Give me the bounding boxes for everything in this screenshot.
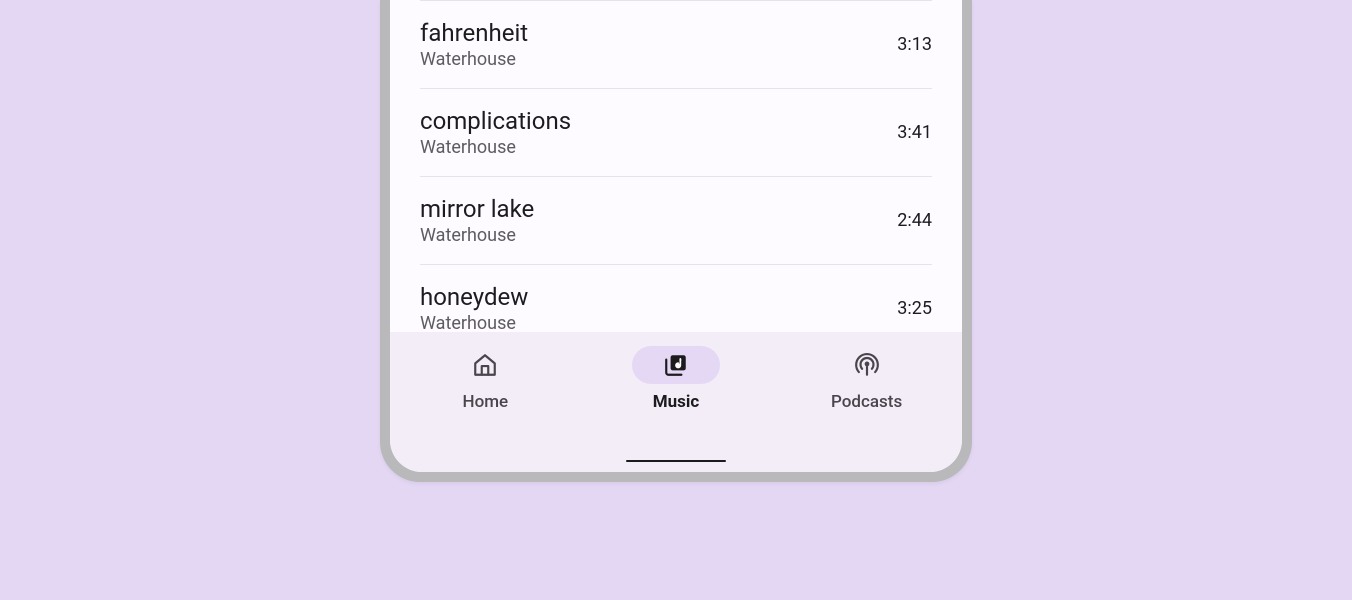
podcasts-icon [854, 352, 880, 378]
nav-label: Home [463, 392, 509, 412]
track-duration: 3:25 [897, 298, 932, 319]
nav-item-home[interactable]: Home [425, 346, 545, 412]
track-artist: Waterhouse [420, 137, 571, 158]
track-row[interactable]: honeydew Waterhouse 3:25 [420, 264, 932, 332]
track-artist: Waterhouse [420, 225, 534, 246]
track-artist: Waterhouse [420, 49, 528, 70]
phone-screen: fahrenheit Waterhouse 3:13 complications… [390, 0, 962, 472]
track-meta: honeydew Waterhouse [420, 283, 528, 332]
track-list[interactable]: fahrenheit Waterhouse 3:13 complications… [390, 0, 962, 332]
nav-label: Podcasts [831, 392, 902, 412]
nav-item-podcasts[interactable]: Podcasts [807, 346, 927, 412]
nav-icon-wrap [632, 346, 720, 384]
nav-icon-wrap [823, 346, 911, 384]
nav-icon-wrap [441, 346, 529, 384]
track-meta: complications Waterhouse [420, 107, 571, 158]
track-duration: 3:41 [897, 122, 932, 143]
nav-item-music[interactable]: Music [616, 346, 736, 412]
track-title: honeydew [420, 283, 528, 311]
home-icon [472, 352, 498, 378]
track-duration: 2:44 [897, 210, 932, 231]
track-duration: 3:13 [897, 34, 932, 55]
track-row[interactable]: mirror lake Waterhouse 2:44 [420, 176, 932, 264]
track-title: complications [420, 107, 571, 135]
track-row[interactable]: complications Waterhouse 3:41 [420, 88, 932, 176]
nav-row: Home Mus [390, 346, 962, 412]
bottom-nav: Home Mus [390, 332, 962, 472]
track-meta: mirror lake Waterhouse [420, 195, 534, 246]
track-artist: Waterhouse [420, 313, 528, 332]
track-title: fahrenheit [420, 19, 528, 47]
home-indicator[interactable] [626, 460, 726, 462]
phone-frame: fahrenheit Waterhouse 3:13 complications… [380, 0, 972, 482]
music-library-icon [663, 352, 689, 378]
track-title: mirror lake [420, 195, 534, 223]
track-meta: fahrenheit Waterhouse [420, 19, 528, 70]
nav-label: Music [653, 392, 700, 412]
track-row[interactable]: fahrenheit Waterhouse 3:13 [420, 0, 932, 88]
